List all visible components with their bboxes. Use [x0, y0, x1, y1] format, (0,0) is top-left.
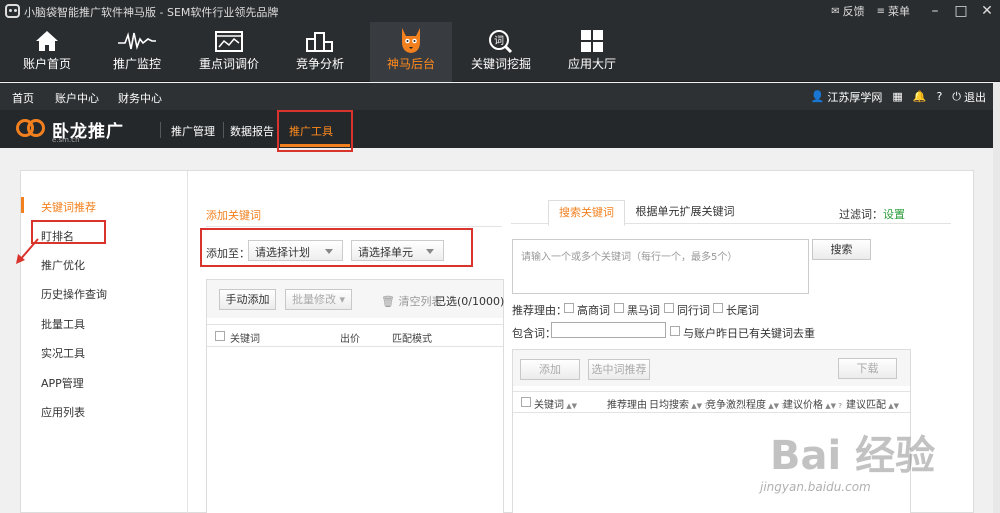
- selected-count: 已选(0/1000): [435, 295, 505, 308]
- column-daily-search: 日均搜索 ▲▼ ?: [649, 400, 708, 411]
- selected-word-recommend-button[interactable]: 选中词推荐: [588, 359, 650, 380]
- sidebar-item-keyword-recommend[interactable]: 关键词推荐: [41, 199, 96, 215]
- pulse-icon: [96, 22, 178, 56]
- tab-promotion-management[interactable]: 推广管理: [171, 123, 215, 139]
- app-logo-icon: [5, 4, 20, 18]
- column-reason: 推荐理由: [607, 400, 647, 411]
- finance-center-link[interactable]: 财务中心: [118, 90, 162, 106]
- sidebar-item-history[interactable]: 历史操作查询: [41, 286, 107, 302]
- active-tab-indicator: [280, 144, 350, 147]
- contains-label: 包含词：: [512, 327, 556, 340]
- baidu-watermark-url: jingyan.baidu.com: [760, 480, 871, 494]
- sidebar-item-optimize[interactable]: 推广优化: [41, 257, 85, 273]
- user-icon: 👤: [810, 90, 825, 103]
- menu-icon: ≡: [876, 5, 885, 17]
- plan-select[interactable]: 请选择计划: [248, 240, 343, 261]
- fox-icon: [370, 22, 452, 56]
- column-competition: 竞争激烈程度 ▲▼ ?: [706, 400, 785, 411]
- add-to-label: 添加至：: [206, 247, 250, 260]
- column-suggested-match: 建议匹配 ▲▼: [846, 400, 899, 411]
- nav-tab-shenma[interactable]: 神马后台: [370, 22, 452, 82]
- nav-tab-keyword-mining[interactable]: 词 关键词挖掘: [460, 22, 542, 82]
- sidebar-item-live-tools[interactable]: 实况工具: [41, 345, 85, 361]
- add-keywords-title: 添加关键词: [206, 209, 261, 222]
- account-center-link[interactable]: 账户中心: [55, 90, 99, 106]
- sidebar: 关键词推荐 盯排名 推广优化 历史操作查询 批量工具 实况工具 APP管理 应用…: [21, 171, 188, 513]
- column-keyword: 关键词: [230, 334, 260, 345]
- feedback-button[interactable]: ✉ 反馈: [831, 3, 864, 19]
- sidebar-item-rank-watch[interactable]: 盯排名: [41, 228, 74, 244]
- sidebar-item-app-management[interactable]: APP管理: [41, 375, 84, 391]
- unit-select[interactable]: 请选择单元: [351, 240, 444, 261]
- column-bid: 出价: [340, 334, 360, 345]
- title-bar: 小脑袋智能推广软件神马版 - SEM软件行业领先品牌 ✉ 反馈 ≡ 菜单 – □ ✕: [0, 0, 1000, 22]
- filter-words: 过滤词：设置: [839, 208, 905, 221]
- column-match-mode: 匹配模式: [392, 334, 432, 345]
- maximize-button[interactable]: □: [948, 3, 974, 19]
- download-button[interactable]: 下载: [838, 358, 897, 379]
- column-suggested-price: 建议价格 ▲▼ ?: [783, 400, 842, 411]
- close-button[interactable]: ✕: [974, 3, 1000, 19]
- apps-grid-icon[interactable]: ▦: [892, 90, 902, 103]
- select-all-results-checkbox[interactable]: [521, 397, 531, 407]
- tab-expand-by-unit[interactable]: 根据单元扩展关键词: [635, 200, 735, 226]
- tab-promotion-tools[interactable]: 推广工具: [289, 123, 333, 139]
- bell-icon[interactable]: 🔔: [913, 90, 927, 103]
- nav-tab-account-home[interactable]: 账户首页: [6, 22, 88, 82]
- main-nav: 账户首页 推广监控 重点词调价 竞争分析 神马后台 词 关键词挖掘 应用大厅: [0, 22, 1000, 82]
- minimize-button[interactable]: –: [922, 3, 948, 19]
- nav-tab-key-bid[interactable]: 重点词调价: [188, 22, 270, 82]
- filter-settings-link[interactable]: 设置: [883, 208, 905, 221]
- reason-checkbox-peer[interactable]: [664, 303, 674, 313]
- nav-tab-app-hall[interactable]: 应用大厅: [551, 22, 633, 82]
- contains-input[interactable]: [551, 322, 666, 338]
- dedupe-checkbox[interactable]: [670, 326, 680, 336]
- search-word-icon: 词: [460, 22, 542, 56]
- power-icon: ⏻: [952, 89, 961, 103]
- menu-button[interactable]: ≡ 菜单: [877, 3, 910, 19]
- account-bar: 首页 账户中心 财务中心 👤 江苏厚学网 ▦ 🔔 ? ⏻ 退出: [0, 83, 1000, 110]
- keyword-textarea[interactable]: 请输入一个或多个关键词（每行一个，最多5个）: [512, 239, 809, 294]
- podium-icon: [279, 22, 361, 56]
- page-scrollbar[interactable]: [993, 83, 1000, 513]
- nav-tab-competition[interactable]: 竞争分析: [279, 22, 361, 82]
- logout-link[interactable]: 退出: [964, 89, 986, 105]
- add-button[interactable]: 添加: [520, 359, 580, 380]
- grid-icon: [551, 22, 633, 56]
- select-all-checkbox[interactable]: [215, 331, 225, 341]
- reason-checkbox-high[interactable]: [564, 303, 574, 313]
- chevron-down-icon: [426, 249, 434, 254]
- home-link[interactable]: 首页: [12, 90, 34, 106]
- reason-label: 推荐理由：: [512, 304, 567, 317]
- mail-icon: ✉: [831, 5, 840, 17]
- brand-bar: 卧龙推广 e.sm.cn 推广管理 数据报告 推广工具: [0, 110, 1000, 148]
- baidu-watermark: Bai 经验: [770, 433, 936, 479]
- reason-checkbox-darkhorse[interactable]: [614, 303, 624, 313]
- batch-edit-button[interactable]: 批量修改 ▾: [285, 289, 352, 310]
- sidebar-item-app-list[interactable]: 应用列表: [41, 404, 85, 420]
- reason-checkbox-longtail[interactable]: [713, 303, 723, 313]
- red-arrow-icon: [16, 238, 39, 264]
- manual-add-button[interactable]: 手动添加: [219, 289, 276, 310]
- search-button[interactable]: 搜索: [812, 239, 871, 260]
- sidebar-item-batch-tools[interactable]: 批量工具: [41, 316, 85, 332]
- nav-tab-monitor[interactable]: 推广监控: [96, 22, 178, 82]
- clear-list-button[interactable]: 🗑 清空列表: [381, 293, 442, 309]
- app-title: 小脑袋智能推广软件神马版 - SEM软件行业领先品牌: [24, 6, 279, 19]
- chart-window-icon: [188, 22, 270, 56]
- help-icon[interactable]: ?: [936, 90, 942, 103]
- home-icon: [6, 22, 88, 56]
- user-name[interactable]: 江苏厚学网: [827, 89, 882, 105]
- keyword-list-box: 手动添加 批量修改 ▾ 🗑 清空列表 已选(0/1000) 关键词 出价 匹配模…: [206, 279, 504, 513]
- chevron-down-icon: [325, 249, 333, 254]
- column-result-keyword: 关键词 ▲▼: [534, 400, 577, 411]
- tab-data-report[interactable]: 数据报告: [230, 123, 274, 139]
- svg-text:词: 词: [494, 35, 504, 47]
- tab-search-keywords[interactable]: 搜索关键词: [548, 200, 625, 226]
